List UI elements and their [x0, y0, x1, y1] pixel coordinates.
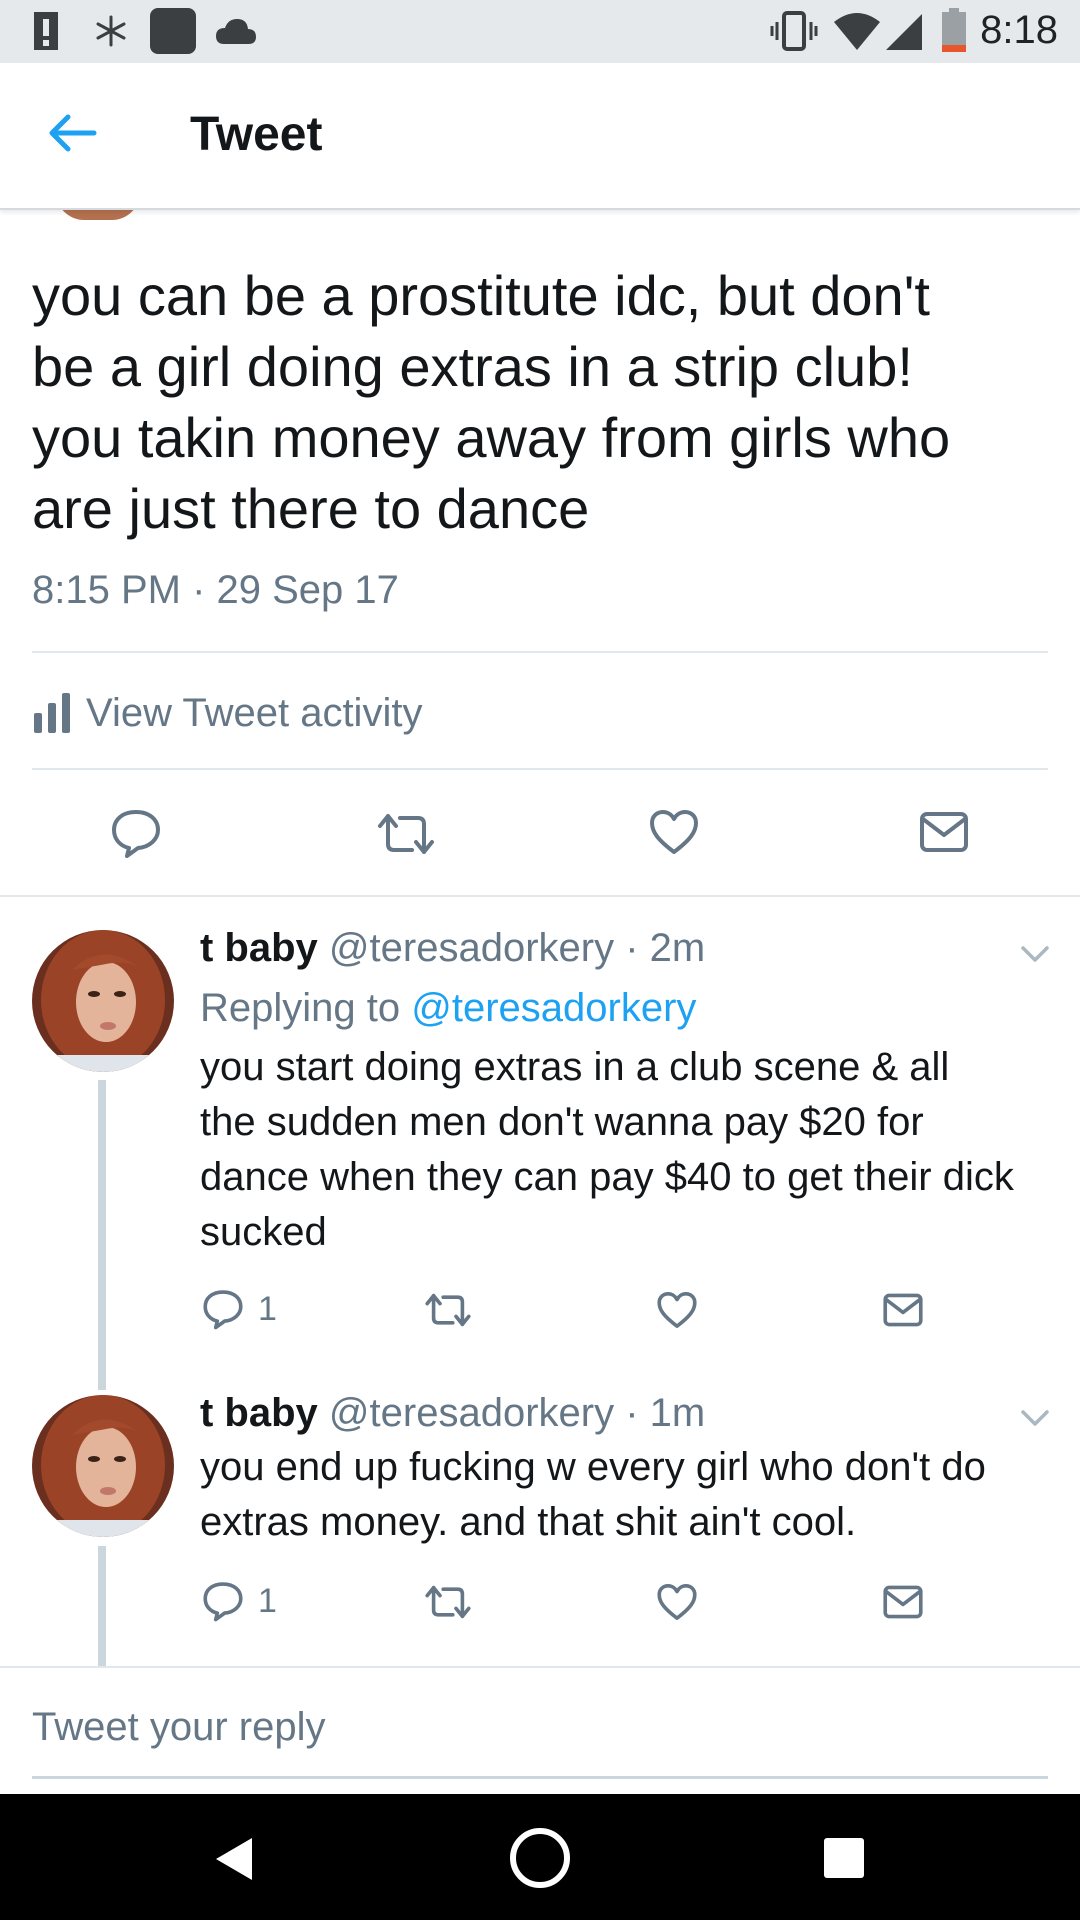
reply-author-handle[interactable]: @teresadorkery [329, 1391, 614, 1435]
profile-photo [32, 1395, 174, 1537]
tweet-timestamp[interactable]: 8:15 PM · 29 Sep 17 [32, 568, 399, 613]
reply-button[interactable]: 1 [202, 1580, 277, 1622]
reply-text-line: extras money. and that shit ain't cool. [200, 1500, 857, 1544]
status-time: 8:18 [980, 8, 1058, 52]
page-title: Tweet [190, 108, 323, 161]
reply-header: t baby @teresadorkery · 1m [200, 1391, 705, 1436]
reply-icon [203, 1290, 243, 1330]
app-bar: Tweet [0, 63, 1080, 210]
reply-text-line: you start doing extras in a club scene &… [200, 1045, 950, 1089]
signal-icon [886, 14, 922, 50]
chevron-down-icon[interactable] [1020, 1408, 1050, 1428]
reply-count: 1 [258, 1289, 277, 1328]
tweet-text-line: you takin money away from girls who [32, 406, 951, 469]
wifi-icon [834, 13, 880, 50]
divider [0, 1666, 1080, 1668]
replying-to-prefix: Replying to [200, 986, 401, 1030]
tweet-reply-input[interactable]: Tweet your reply [32, 1705, 1048, 1750]
thread-line [98, 1080, 106, 1390]
divider [32, 651, 1048, 653]
bar-chart-icon [34, 693, 70, 733]
chevron-down-icon[interactable] [1020, 944, 1050, 964]
reply-text-line: sucked [200, 1210, 327, 1254]
reply-text-line: dance when they can pay $40 to get their… [200, 1155, 1014, 1199]
reply-author-handle[interactable]: @teresadorkery [329, 926, 614, 970]
view-tweet-activity-link[interactable]: View Tweet activity [32, 688, 422, 738]
thread-line [98, 1546, 106, 1666]
reply-time: · 2m [625, 926, 706, 970]
back-nav-icon[interactable] [214, 1836, 254, 1882]
reply-count: 1 [258, 1581, 277, 1620]
divider [32, 768, 1048, 770]
tweet-text: you can be a prostitute idc, but don't b… [32, 260, 1052, 544]
battery-icon [942, 8, 966, 52]
retweet-icon[interactable] [424, 1292, 472, 1328]
message-icon[interactable] [882, 1584, 924, 1620]
reply-header: t baby @teresadorkery · 2m [200, 926, 705, 971]
reply-icon [203, 1582, 243, 1622]
avatar[interactable] [32, 1395, 174, 1537]
recents-nav-icon[interactable] [824, 1838, 864, 1878]
reply-author-name[interactable]: t baby [200, 1391, 318, 1435]
tweet-text-line: you can be a prostitute idc, but don't [32, 264, 930, 327]
cloud-icon [216, 19, 256, 44]
reply-time: · 1m [625, 1391, 706, 1435]
message-icon[interactable] [882, 1292, 924, 1328]
view-tweet-activity-label: View Tweet activity [86, 690, 423, 735]
retweet-icon[interactable] [424, 1584, 472, 1620]
reply-input-underline [32, 1776, 1048, 1779]
reply-icon[interactable] [110, 808, 162, 858]
replying-to: Replying to @teresadorkery [200, 986, 696, 1031]
avatar[interactable] [32, 930, 174, 1072]
reply-author-name[interactable]: t baby [200, 926, 318, 970]
vibrate-icon [770, 11, 818, 51]
message-icon[interactable] [918, 810, 970, 854]
like-icon[interactable] [656, 1290, 698, 1330]
reply-text-line: you end up fucking w every girl who don'… [200, 1445, 986, 1489]
like-icon[interactable] [656, 1582, 698, 1622]
divider [0, 895, 1080, 897]
square-app-icon [150, 8, 196, 54]
reply-text: you start doing extras in a club scene &… [200, 1040, 1060, 1260]
back-arrow-icon[interactable] [44, 109, 104, 157]
retweet-icon[interactable] [376, 812, 436, 856]
navigation-bar [0, 1794, 1080, 1920]
asterisk-icon [96, 15, 126, 47]
tweet-text-line: be a girl doing extras in a strip club! [32, 335, 913, 398]
like-icon[interactable] [648, 808, 700, 856]
replying-to-mention[interactable]: @teresadorkery [411, 986, 696, 1030]
alert-icon [34, 12, 58, 50]
profile-photo [32, 930, 174, 1072]
reply-text: you end up fucking w every girl who don'… [200, 1440, 1060, 1550]
reply-text-line: the sudden men don't wanna pay $20 for [200, 1100, 924, 1144]
reply-button[interactable]: 1 [202, 1288, 277, 1330]
status-bar: 8:18 [0, 0, 1080, 63]
tweet-text-line: are just there to dance [32, 477, 590, 540]
home-nav-icon[interactable] [508, 1826, 572, 1890]
